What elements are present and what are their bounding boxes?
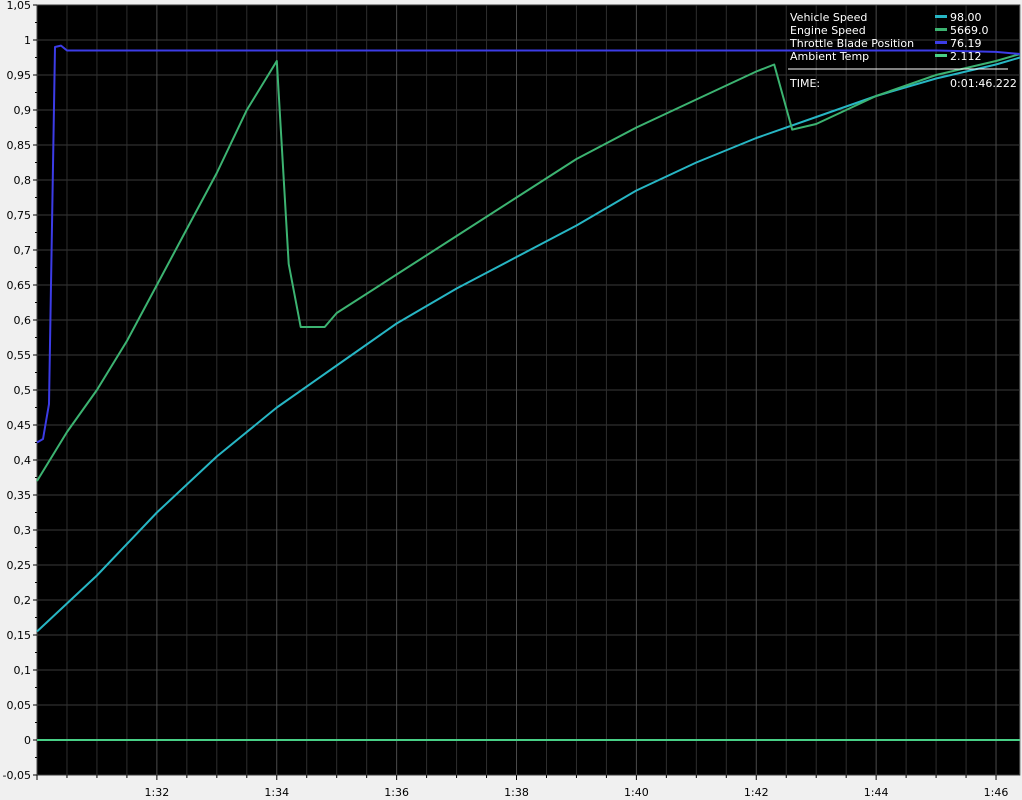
legend-value: 76.19 — [950, 37, 982, 50]
legend-swatch — [935, 28, 947, 31]
y-tick-label: 0,7 — [14, 244, 32, 257]
x-tick-label: 1:38 — [504, 786, 529, 799]
y-tick-label: 0,25 — [7, 559, 32, 572]
y-tick-label: 0,8 — [14, 174, 32, 187]
x-tick-label: 1:44 — [864, 786, 889, 799]
y-tick-label: 1 — [24, 34, 31, 47]
legend-item-throttle-blade-position: Throttle Blade Position 76.19 — [789, 37, 982, 50]
y-tick-label: 0,85 — [7, 139, 32, 152]
y-tick-label: 0,75 — [7, 209, 32, 222]
chart: -0,05 0 0,05 0,1 0,15 0,2 0,25 0,3 0,35 0,4 0,45 0,… — [0, 0, 1022, 800]
y-tick-label: 0,6 — [14, 314, 32, 327]
y-tick-label: 0,55 — [7, 349, 32, 362]
x-tick-label: 1:34 — [264, 786, 289, 799]
y-tick-label: 0,15 — [7, 629, 32, 642]
time-label: TIME: — [789, 77, 820, 90]
y-tick-label: 0,1 — [14, 664, 32, 677]
y-tick-label: 0,45 — [7, 419, 32, 432]
y-tick-label: 0,05 — [7, 699, 32, 712]
time-value: 0:01:46.222 — [950, 77, 1017, 90]
y-tick-label: 0,2 — [14, 594, 32, 607]
legend-swatch — [935, 54, 947, 57]
legend-value: 5669.0 — [950, 24, 989, 37]
legend-label: Ambient Temp — [790, 50, 869, 63]
legend-label: Engine Speed — [790, 24, 866, 37]
legend-label: Throttle Blade Position — [789, 37, 914, 50]
y-tick-label: 0,5 — [14, 384, 32, 397]
y-tick-label: 0,35 — [7, 489, 32, 502]
y-tick-label: 0,4 — [14, 454, 32, 467]
x-tick-label: 1:36 — [384, 786, 409, 799]
y-tick-label: -0,05 — [3, 769, 31, 782]
legend-swatch — [935, 41, 947, 44]
legend-value: 2.112 — [950, 50, 982, 63]
y-tick-label: 0,95 — [7, 69, 32, 82]
y-tick-label: 0,9 — [14, 104, 32, 117]
legend-swatch — [935, 15, 947, 18]
y-tick-label: 0,65 — [7, 279, 32, 292]
x-tick-label: 1:46 — [984, 786, 1009, 799]
y-tick-label: 0 — [24, 734, 31, 747]
legend-value: 98.00 — [950, 11, 982, 24]
y-tick-label: 0,3 — [14, 524, 32, 537]
x-tick-label: 1:42 — [744, 786, 769, 799]
x-tick-label: 1:32 — [145, 786, 170, 799]
legend-label: Vehicle Speed — [790, 11, 867, 24]
x-tick-label: 1:40 — [624, 786, 649, 799]
y-tick-label: 1,05 — [7, 0, 32, 12]
